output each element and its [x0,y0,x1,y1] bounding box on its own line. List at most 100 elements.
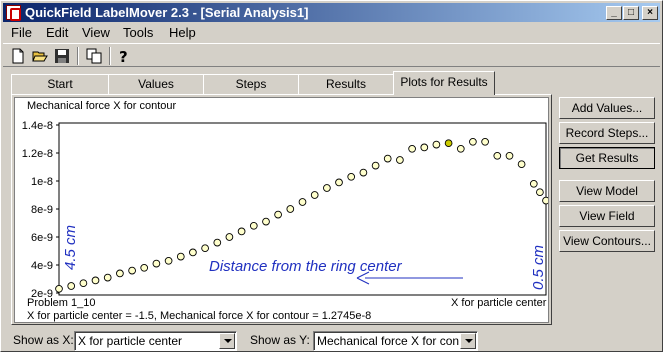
data-point [213,238,222,247]
get-results-button[interactable]: Get Results [559,147,655,169]
y-tick-label: 1e-8 [31,176,53,188]
data-point [237,227,246,236]
show-y-select[interactable]: Mechanical force X for contou [313,331,478,351]
add-values-button[interactable]: Add Values... [559,97,655,119]
open-button[interactable] [29,46,51,66]
x-axis-label: X for particle center [451,297,547,309]
chevron-down-icon[interactable] [460,333,476,349]
data-point [432,140,441,149]
svg-text:?: ? [119,48,128,64]
data-point [505,151,514,160]
y-tick-label: 6e-9 [31,232,53,244]
data-point [536,188,544,197]
data-point [347,172,356,181]
open-icon [32,51,48,62]
menu-bar: File Edit View Tools Help [3,23,660,42]
y-tick-label: 4e-9 [31,260,53,272]
y-tick-label: 1.4e-8 [22,120,53,132]
data-point [103,273,112,282]
data-point [298,198,307,206]
app-icon[interactable] [6,5,21,21]
menu-view[interactable]: View [82,24,110,41]
tab-strip: Start Values Steps Results Plots for Res… [11,71,551,95]
data-point [371,161,380,170]
data-point [335,178,343,187]
app-window: QuickField LabelMover 2.3 - [Serial Anal… [0,0,663,352]
data-point [408,144,416,153]
show-y-label: Show as Y: [250,333,310,347]
save-icon [55,49,69,63]
close-button[interactable]: × [642,6,658,20]
tab-results[interactable]: Results [298,74,394,95]
data-point [116,269,124,278]
view-contours-button[interactable]: View Contours... [559,230,655,252]
data-point [67,282,76,290]
distance-annotation: Distance from the ring center [209,258,403,275]
show-x-select[interactable]: X for particle center [74,331,237,351]
menu-tools[interactable]: Tools [123,24,153,41]
data-point [359,168,368,177]
y-tick-label: 8e-9 [31,204,53,216]
data-point [128,266,136,275]
show-x-label: Show as X: [13,333,74,347]
data-point [164,256,173,265]
data-point [286,205,295,213]
minimize-button[interactable]: _ [606,6,622,20]
data-point [420,143,429,152]
maximize-button[interactable]: □ [623,6,639,20]
tab-plots-for-results[interactable]: Plots for Results [393,71,495,95]
record-steps-button[interactable]: Record Steps... [559,122,655,144]
problem-label: Problem 1_10 [27,297,96,309]
toolbar: ? [3,43,660,67]
menu-edit[interactable]: Edit [46,24,68,41]
tab-values[interactable]: Values [108,74,204,95]
toolbar-separator [77,47,79,65]
help-icon: ? [119,48,128,64]
highlighted-data-point [444,139,453,148]
data-point [517,160,526,169]
data-point [189,248,197,257]
data-point [323,184,331,192]
show-x-value: X for particle center [78,334,183,348]
plot-area[interactable]: 1.4e-8 1.2e-8 1e-8 8e-9 6e-9 4e-9 2e-9 Distance… [14,97,549,323]
copy-icon [86,48,102,64]
new-button[interactable] [7,46,29,66]
plot-readout: X for particle center = -1.5, Mechanical… [27,310,372,322]
toolbar-separator [109,47,111,65]
left-distance-annotation: 4.5 cm [62,225,79,270]
data-point [152,259,161,268]
menu-help[interactable]: Help [169,24,196,41]
view-field-button[interactable]: View Field [559,205,655,227]
data-point [176,252,185,261]
data-point [262,217,270,226]
data-point [79,279,88,288]
data-point [55,284,63,293]
axis-selector-bar: Show as X: X for particle center Show as… [1,329,663,351]
y-tick-label: 1.2e-8 [22,148,53,160]
data-point [456,144,465,153]
scatter-plot[interactable]: 1.4e-81.2e-81e-88e-96e-94e-92e-9Distance… [15,98,548,322]
data-point [274,210,282,219]
data-point [201,244,209,253]
menu-file[interactable]: File [11,24,32,41]
title-bar[interactable]: QuickField LabelMover 2.3 - [Serial Anal… [3,3,660,22]
data-point [140,263,149,272]
data-point [310,191,319,199]
view-model-button[interactable]: View Model [559,180,655,202]
tab-start[interactable]: Start [11,74,109,95]
save-button[interactable] [51,46,73,66]
data-point [542,196,548,205]
right-distance-annotation: 0.5 cm [530,245,547,290]
data-point [493,151,502,160]
show-y-value: Mechanical force X for contou [317,334,459,348]
chevron-down-icon[interactable] [219,333,235,349]
data-point [91,276,100,285]
copy-button[interactable] [83,46,105,66]
data-point [529,179,538,188]
window-title: QuickField LabelMover 2.3 - [Serial Anal… [25,5,309,20]
data-point [469,137,477,146]
tab-steps[interactable]: Steps [203,74,299,95]
data-point [383,154,392,163]
help-button[interactable]: ? [113,46,135,66]
plot-title: Mechanical force X for contour [27,100,177,112]
